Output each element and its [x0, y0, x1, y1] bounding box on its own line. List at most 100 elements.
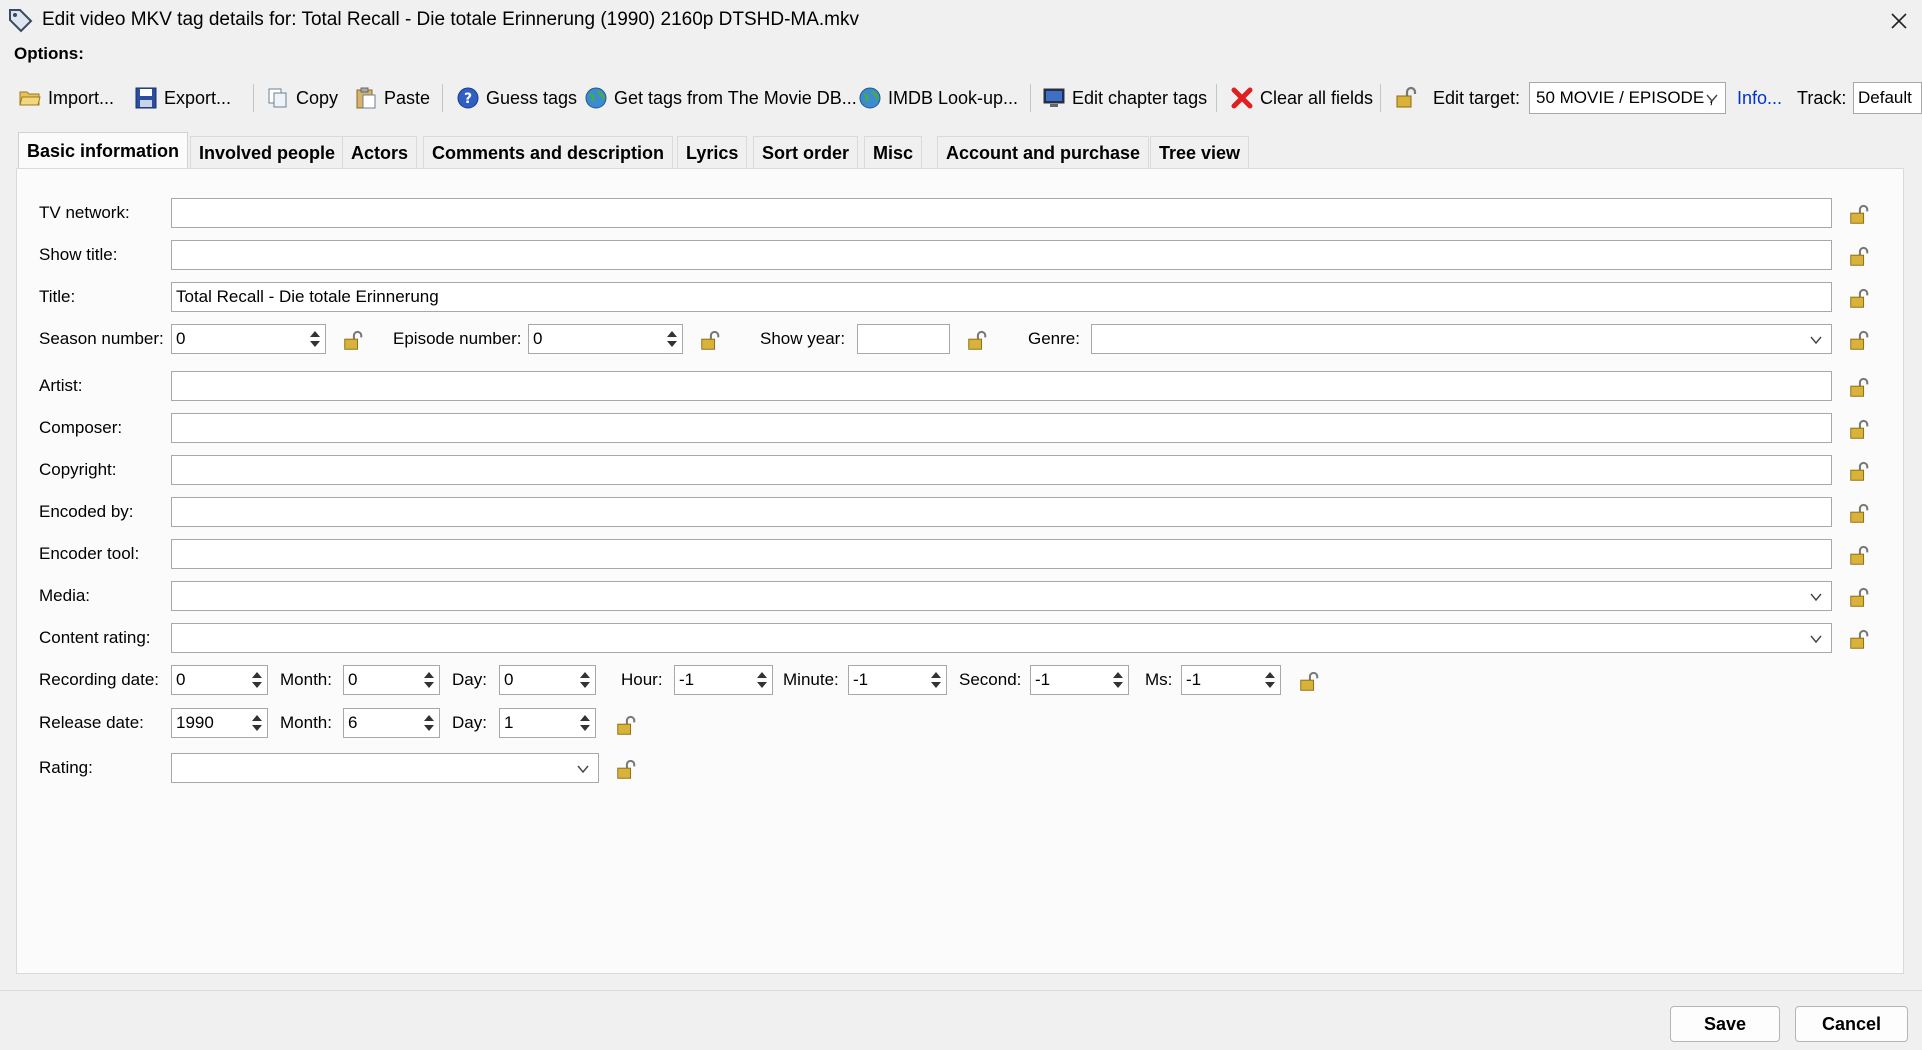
lock-icon[interactable] — [1848, 377, 1870, 399]
recording-year-spinner[interactable]: 0 — [171, 665, 268, 695]
recording-hour-value: -1 — [679, 670, 695, 689]
composer-input[interactable] — [171, 413, 1832, 443]
release-date-label: Release date: — [39, 713, 144, 732]
lock-icon[interactable] — [1848, 587, 1870, 609]
lock-icon[interactable] — [1848, 419, 1870, 441]
spinner-arrows-icon[interactable] — [577, 710, 593, 736]
paste-button[interactable]: Paste — [354, 82, 430, 114]
lock-icon[interactable] — [1298, 671, 1320, 693]
close-button[interactable] — [1876, 0, 1922, 42]
lock-icon[interactable] — [1848, 330, 1870, 352]
recording-hour-label: Hour: — [621, 670, 663, 689]
rating-select[interactable] — [171, 753, 599, 783]
edit-target-lock-button[interactable] — [1394, 82, 1424, 114]
show-year-input[interactable] — [857, 324, 950, 354]
edit-target-select[interactable]: 50 MOVIE / EPISODE , — [1529, 82, 1726, 114]
lock-icon[interactable] — [615, 715, 637, 737]
lock-icon[interactable] — [1848, 461, 1870, 483]
chevron-down-icon — [1810, 635, 1822, 644]
recording-second-spinner[interactable]: -1 — [1030, 665, 1129, 695]
copyright-input[interactable] — [171, 455, 1832, 485]
lock-icon[interactable] — [342, 330, 364, 352]
lock-icon[interactable] — [1848, 204, 1870, 226]
recording-minute-label: Minute: — [783, 670, 839, 689]
recording-day-spinner[interactable]: 0 — [499, 665, 596, 695]
info-link[interactable]: Info... — [1737, 82, 1782, 114]
cancel-button[interactable]: Cancel — [1795, 1006, 1908, 1042]
lock-icon[interactable] — [1848, 503, 1870, 525]
title-input[interactable]: Total Recall - Die totale Erinnerung — [171, 282, 1832, 312]
media-select[interactable] — [171, 581, 1832, 611]
encoded-by-input[interactable] — [171, 497, 1832, 527]
spinner-arrows-icon[interactable] — [307, 326, 323, 352]
export-button[interactable]: Export... — [134, 82, 231, 114]
spinner-arrows-icon[interactable] — [249, 667, 265, 693]
show-title-label: Show title: — [39, 245, 118, 264]
recording-minute-spinner[interactable]: -1 — [848, 665, 947, 695]
release-month-spinner[interactable]: 6 — [343, 708, 440, 738]
toolbar-separator — [1030, 84, 1031, 112]
import-label: Import... — [48, 87, 115, 108]
lock-icon[interactable] — [699, 330, 721, 352]
track-label: Track: — [1797, 87, 1847, 108]
tab-actors[interactable]: Actors — [342, 136, 418, 170]
lock-icon[interactable] — [1848, 629, 1870, 651]
tab-sort-order[interactable]: Sort order — [753, 136, 859, 170]
title-bar: Edit video MKV tag details for: Total Re… — [0, 0, 1922, 42]
guess-tags-button[interactable]: ? Guess tags — [456, 82, 577, 114]
tab-lyrics[interactable]: Lyrics — [677, 136, 748, 170]
encoder-tool-input[interactable] — [171, 539, 1832, 569]
season-number-value: 0 — [176, 329, 186, 348]
spinner-arrows-icon[interactable] — [1262, 667, 1278, 693]
tab-misc[interactable]: Misc — [864, 136, 923, 170]
tab-involved-people[interactable]: Involved people — [190, 136, 345, 170]
spinner-arrows-icon[interactable] — [928, 667, 944, 693]
toolbar-separator — [442, 84, 443, 112]
spinner-arrows-icon[interactable] — [421, 710, 437, 736]
release-year-spinner[interactable]: 1990 — [171, 708, 268, 738]
copy-icon — [268, 88, 287, 108]
movie-db-button[interactable]: Get tags from The Movie DB... — [584, 82, 857, 114]
save-button[interactable]: Save — [1670, 1006, 1780, 1042]
artist-input[interactable] — [171, 371, 1832, 401]
tab-account-and-purchase[interactable]: Account and purchase — [937, 136, 1150, 170]
save-disk-icon — [135, 87, 157, 109]
encoder-tool-label: Encoder tool: — [39, 544, 140, 563]
spinner-arrows-icon[interactable] — [1110, 667, 1126, 693]
imdb-button[interactable]: IMDB Look-up... — [858, 82, 1018, 114]
tab-tree-view[interactable]: Tree view — [1150, 136, 1250, 170]
tab-basic-information[interactable]: Basic information — [18, 132, 189, 170]
episode-number-spinner[interactable]: 0 — [528, 324, 683, 354]
lock-icon[interactable] — [615, 759, 637, 781]
spinner-arrows-icon[interactable] — [249, 710, 265, 736]
window-title: Edit video MKV tag details for: Total Re… — [42, 9, 860, 30]
spinner-arrows-icon[interactable] — [577, 667, 593, 693]
spinner-arrows-icon[interactable] — [664, 326, 680, 352]
lock-icon[interactable] — [1848, 545, 1870, 567]
copy-button[interactable]: Copy — [266, 82, 338, 114]
tab-comments-and-description[interactable]: Comments and description — [423, 136, 674, 170]
help-icon: ? — [457, 87, 479, 109]
export-label: Export... — [164, 87, 232, 108]
show-title-input[interactable] — [171, 240, 1832, 270]
edit-chapter-tags-button[interactable]: Edit chapter tags — [1042, 82, 1207, 114]
release-day-spinner[interactable]: 1 — [499, 708, 596, 738]
guess-tags-label: Guess tags — [486, 87, 578, 108]
lock-icon[interactable] — [966, 330, 988, 352]
clear-all-fields-button[interactable]: Clear all fields — [1230, 82, 1373, 114]
recording-ms-label: Ms: — [1145, 670, 1173, 689]
spinner-arrows-icon[interactable] — [421, 667, 437, 693]
track-select[interactable]: Default — [1853, 82, 1922, 114]
import-button[interactable]: Import... — [18, 82, 114, 114]
recording-hour-spinner[interactable]: -1 — [674, 665, 773, 695]
season-number-spinner[interactable]: 0 — [171, 324, 326, 354]
lock-icon[interactable] — [1848, 288, 1870, 310]
recording-month-spinner[interactable]: 0 — [343, 665, 440, 695]
tv-network-input[interactable] — [171, 198, 1832, 228]
lock-icon[interactable] — [1848, 246, 1870, 268]
content-rating-select[interactable] — [171, 623, 1832, 653]
genre-select[interactable] — [1091, 324, 1832, 354]
tag-editor-window: Edit video MKV tag details for: Total Re… — [0, 0, 1922, 1050]
recording-ms-spinner[interactable]: -1 — [1181, 665, 1281, 695]
spinner-arrows-icon[interactable] — [754, 667, 770, 693]
